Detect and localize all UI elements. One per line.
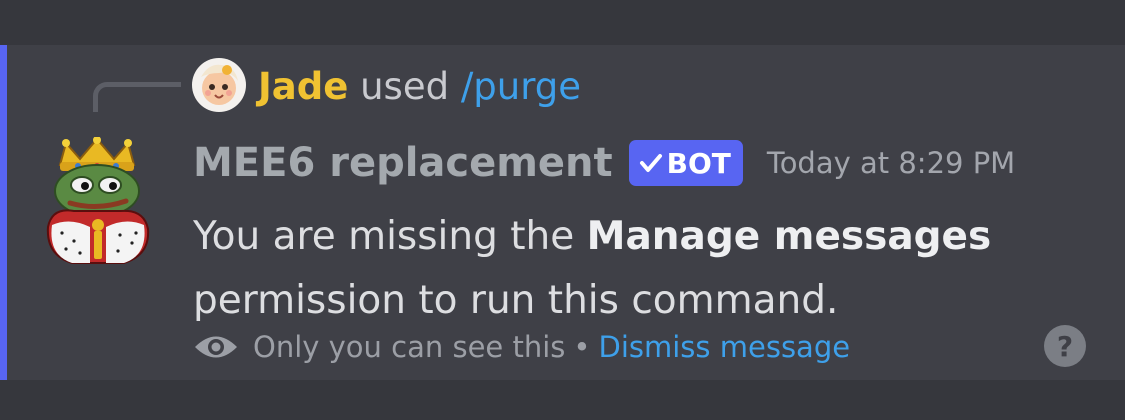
bot-avatar[interactable]: [40, 137, 155, 267]
footer-separator: •: [573, 330, 591, 364]
content-text-before: You are missing the: [193, 214, 587, 259]
bot-tag-label: BOT: [666, 146, 731, 180]
reply-command-link[interactable]: /purge: [461, 65, 581, 108]
check-icon: [639, 154, 662, 172]
content-text-after: permission to run this command.: [193, 278, 839, 323]
message-content: You are missing the Manage messages perm…: [193, 205, 1073, 333]
reply-username[interactable]: Jade: [258, 65, 348, 108]
ephemeral-footer: Only you can see this • Dismiss message: [193, 327, 850, 367]
bot-tag: BOT: [628, 140, 743, 186]
highlight-accent-bar: [0, 45, 7, 380]
reply-verb: used: [360, 65, 450, 108]
message-timestamp[interactable]: Today at 8:29 PM: [767, 146, 1015, 180]
ephemeral-notice: Only you can see this: [253, 330, 566, 364]
dismiss-message-link[interactable]: Dismiss message: [599, 330, 851, 364]
ephemeral-message: Jade used /purge MEE6 replacement BOT To…: [0, 45, 1125, 380]
content-bold-permission: Manage messages: [586, 214, 992, 259]
message-header: MEE6 replacement BOT Today at 8:29 PM: [193, 133, 1015, 193]
reply-context: Jade used /purge: [258, 63, 581, 111]
reply-spine: [93, 82, 181, 112]
question-mark-icon[interactable]: ?: [1044, 325, 1086, 367]
help-label: ?: [1056, 329, 1074, 363]
eye-icon: [195, 336, 237, 358]
bot-username[interactable]: MEE6 replacement: [193, 140, 613, 186]
reply-user-avatar[interactable]: [191, 57, 247, 113]
